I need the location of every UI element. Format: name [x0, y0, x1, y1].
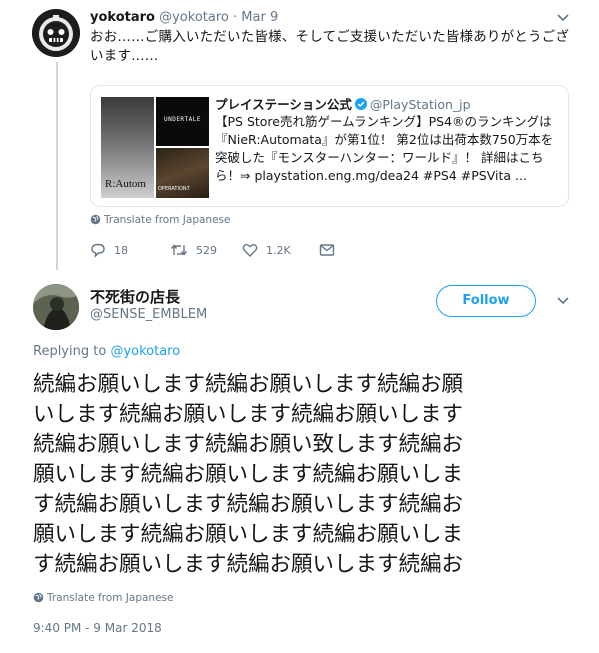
- reply-icon: [91, 243, 105, 258]
- tweet-text-line: いします続編お願いします続編お願いします: [33, 402, 464, 427]
- author-handle[interactable]: @yokotaro: [159, 10, 229, 25]
- tweet-date[interactable]: Mar 9: [241, 10, 278, 25]
- direct-message-button[interactable]: [319, 240, 343, 260]
- tweet-actions: 18 529 1.2K: [90, 240, 390, 260]
- envelope-icon: [319, 244, 335, 256]
- quoted-author-name: プレイステーション公式: [215, 97, 352, 112]
- operation7-cover-image: OPERATION7: [156, 148, 209, 198]
- nier-automata-cover-image: R:Autom: [101, 97, 154, 198]
- cover-label: R:Autom: [105, 178, 146, 190]
- reply-button[interactable]: 18: [90, 240, 128, 260]
- undertale-cover-image: UNDERTALE: [156, 97, 209, 146]
- cover-label: UNDERTALE: [163, 116, 201, 123]
- author-name[interactable]: 不死街の店長: [90, 286, 180, 307]
- translate-label: Translate from Japanese: [47, 592, 174, 604]
- translate-link[interactable]: Translate from Japanese: [33, 592, 173, 604]
- author-handle[interactable]: @SENSE_EMBLEM: [90, 307, 207, 322]
- replying-to: Replying to @yokotaro: [33, 344, 180, 359]
- tweet-text: 続編お願いします続編お願いします続編お願 いします続編お願いします続編お願いしま…: [33, 370, 563, 580]
- globe-icon: [33, 592, 44, 603]
- tweet-divider: [0, 272, 599, 273]
- profile-photo: [33, 284, 79, 330]
- quoted-author-handle: @PlayStation_jp: [369, 97, 471, 112]
- follow-button[interactable]: Follow: [436, 285, 536, 317]
- author-name[interactable]: yokotaro: [90, 10, 155, 25]
- header-separator: ·: [233, 10, 238, 25]
- replying-prefix: Replying to: [33, 344, 107, 359]
- parent-tweet-header: yokotaro @yokotaro · Mar 9: [90, 10, 278, 25]
- like-count: 1.2K: [266, 243, 291, 257]
- quoted-tweet-text: 【PS Store売れ筋ゲームランキング】PS4®のランキングは『NieR:Au…: [215, 114, 554, 183]
- parent-tweet[interactable]: yokotaro @yokotaro · Mar 9 おお……ご購入いただいた皆…: [0, 0, 599, 272]
- tweet-text-line: 願いします続編お願いします続編お願いしま: [33, 522, 464, 547]
- tweet-timestamp[interactable]: 9:40 PM - 9 Mar 2018: [33, 621, 162, 635]
- quoted-tweet-card[interactable]: R:Autom UNDERTALE OPERATION7 プレイステーション公式…: [90, 85, 569, 207]
- avatar[interactable]: [32, 9, 80, 57]
- robot-face-icon: [32, 9, 80, 57]
- thread-connector-line: [56, 62, 58, 270]
- avatar[interactable]: [33, 284, 79, 330]
- tweet-text-line: 願いします続編お願いします続編お願いしま: [33, 462, 464, 487]
- retweet-count: 529: [196, 243, 217, 257]
- tweet-text: おお……ご購入いただいた皆様、そしてご支援いただいた皆様ありがとうございます……: [90, 29, 570, 64]
- chevron-down-icon[interactable]: [553, 10, 573, 26]
- tweet-text-line: す続編お願いします続編お願いします続編お: [33, 552, 464, 577]
- heart-icon: [242, 244, 258, 257]
- replying-to-handle-link[interactable]: @yokotaro: [110, 344, 180, 359]
- retweet-icon: [170, 244, 188, 256]
- chevron-down-icon[interactable]: [553, 293, 573, 309]
- translate-label: Translate from Japanese: [104, 214, 231, 226]
- globe-icon: [90, 214, 101, 225]
- quoted-tweet-header: プレイステーション公式 @PlayStation_jp: [215, 94, 471, 113]
- translate-link[interactable]: Translate from Japanese: [90, 214, 230, 226]
- tweet-text-line: 続編お願いします続編お願い致します続編お: [33, 432, 464, 457]
- reply-count: 18: [114, 243, 128, 257]
- retweet-button[interactable]: 529: [170, 240, 217, 260]
- tweet-text-line: 続編お願いします続編お願いします続編お願: [33, 372, 464, 397]
- verified-badge-icon: [354, 98, 367, 110]
- like-button[interactable]: 1.2K: [242, 240, 291, 260]
- quoted-tweet-images: R:Autom UNDERTALE OPERATION7: [101, 97, 209, 198]
- cover-label: OPERATION7: [158, 186, 190, 192]
- tweet-text-line: す続編お願いします続編お願いします続編お: [33, 492, 464, 517]
